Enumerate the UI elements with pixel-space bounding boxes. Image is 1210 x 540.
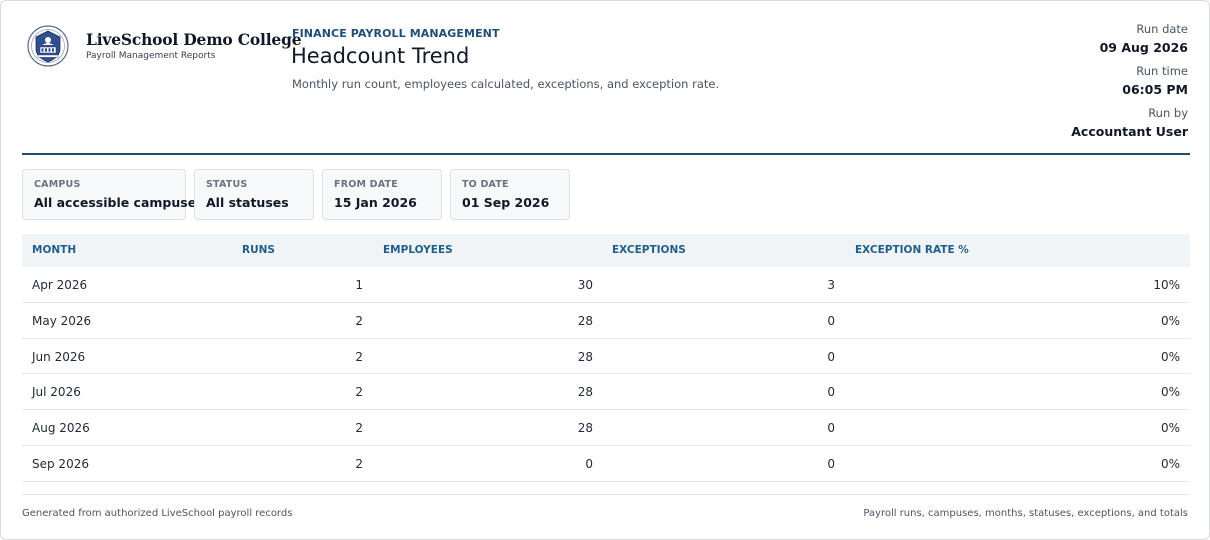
filter-status: STATUS All statuses [194, 169, 314, 220]
filter-value: All accessible campuses [34, 195, 204, 210]
footer-divider [22, 494, 1190, 495]
filter-value: 15 Jan 2026 [334, 195, 417, 210]
cell-exception-rate: 0% [1160, 349, 1180, 364]
filter-from-date: FROM DATE 15 Jan 2026 [322, 169, 442, 220]
cell-exceptions: 0 [827, 456, 835, 471]
cell-runs: 2 [355, 385, 363, 400]
run-date-label: Run date [1136, 22, 1188, 36]
run-by-label: Run by [1148, 106, 1188, 120]
cell-exceptions: 0 [827, 313, 835, 328]
filter-value: All statuses [206, 195, 289, 210]
cell-exceptions: 0 [827, 421, 835, 436]
filter-label: FROM DATE [334, 179, 398, 190]
cell-employees: 0 [585, 456, 593, 471]
college-name: LiveSchool Demo College [86, 30, 302, 49]
cell-month: Aug 2026 [32, 421, 90, 436]
table-row: Sep 2026 2 0 0 0% [22, 446, 1190, 482]
run-by-value: Accountant User [1071, 124, 1188, 139]
table-row: Aug 2026 2 28 0 0% [22, 410, 1190, 446]
run-time-label: Run time [1136, 64, 1188, 78]
cell-exception-rate: 10% [1153, 278, 1180, 292]
headcount-table: MONTH RUNS EMPLOYEES EXCEPTIONS EXCEPTIO… [22, 234, 1190, 482]
cell-month: Apr 2026 [32, 278, 88, 292]
column-header-employees: EMPLOYEES [383, 244, 453, 256]
column-header-runs: RUNS [242, 244, 275, 256]
cell-exceptions: 3 [827, 278, 835, 292]
filter-label: STATUS [206, 179, 248, 190]
cell-employees: 30 [577, 278, 593, 292]
cell-runs: 2 [355, 421, 363, 436]
footer-source-note: Generated from authorized LiveSchool pay… [22, 508, 293, 519]
filter-to-date: TO DATE 01 Sep 2026 [450, 169, 570, 220]
report-category: FINANCE PAYROLL MANAGEMENT [292, 27, 500, 40]
cell-month: Sep 2026 [32, 456, 89, 471]
table-body: Apr 2026 1 30 3 10% May 2026 2 28 0 0% Jun 2026 2 28… [22, 267, 1190, 482]
report-description: Monthly run count, employees calculated,… [292, 77, 720, 91]
cell-runs: 1 [355, 278, 363, 292]
cell-exceptions: 0 [827, 385, 835, 400]
cell-employees: 28 [577, 385, 593, 400]
table-row: Jul 2026 2 28 0 0% [22, 374, 1190, 411]
cell-employees: 28 [577, 313, 593, 328]
cell-employees: 28 [577, 349, 593, 364]
column-header-month: MONTH [32, 244, 77, 256]
filter-campus: CAMPUS All accessible campuses [22, 169, 204, 220]
cell-runs: 2 [355, 349, 363, 364]
cell-employees: 28 [577, 421, 593, 436]
college-subtitle: Payroll Management Reports [86, 51, 216, 61]
table-row: Jun 2026 2 28 0 0% [22, 339, 1190, 375]
table-row: Apr 2026 1 30 3 10% [22, 267, 1190, 303]
cell-exception-rate: 0% [1160, 421, 1180, 436]
table-header: MONTH RUNS EMPLOYEES EXCEPTIONS EXCEPTIO… [22, 234, 1190, 267]
cell-month: Jun 2026 [32, 349, 86, 364]
header-divider [22, 153, 1190, 155]
report-page: LiveSchool Demo College Payroll Manageme… [0, 0, 1210, 540]
cell-month: Jul 2026 [32, 385, 81, 400]
page-title: Headcount Trend [291, 44, 470, 68]
cell-exception-rate: 0% [1160, 456, 1180, 471]
filter-label: CAMPUS [34, 179, 81, 190]
college-crest-icon [27, 25, 69, 67]
table-row: May 2026 2 28 0 0% [22, 303, 1190, 339]
run-metadata: Run date 09 Aug 2026 Run time 06:05 PM R… [1071, 21, 1188, 147]
cell-exception-rate: 0% [1160, 313, 1180, 328]
cell-exceptions: 0 [827, 349, 835, 364]
run-date-value: 09 Aug 2026 [1099, 40, 1188, 55]
column-header-exception-rate: EXCEPTION RATE % [855, 244, 969, 256]
filter-value: 01 Sep 2026 [462, 195, 550, 210]
cell-exception-rate: 0% [1160, 385, 1180, 400]
cell-runs: 2 [355, 313, 363, 328]
footer-scope-note: Payroll runs, campuses, months, statuses… [863, 508, 1188, 519]
cell-runs: 2 [355, 456, 363, 471]
column-header-exceptions: EXCEPTIONS [612, 244, 686, 256]
cell-month: May 2026 [32, 313, 92, 328]
run-time-value: 06:05 PM [1122, 82, 1188, 97]
filter-label: TO DATE [462, 179, 509, 190]
